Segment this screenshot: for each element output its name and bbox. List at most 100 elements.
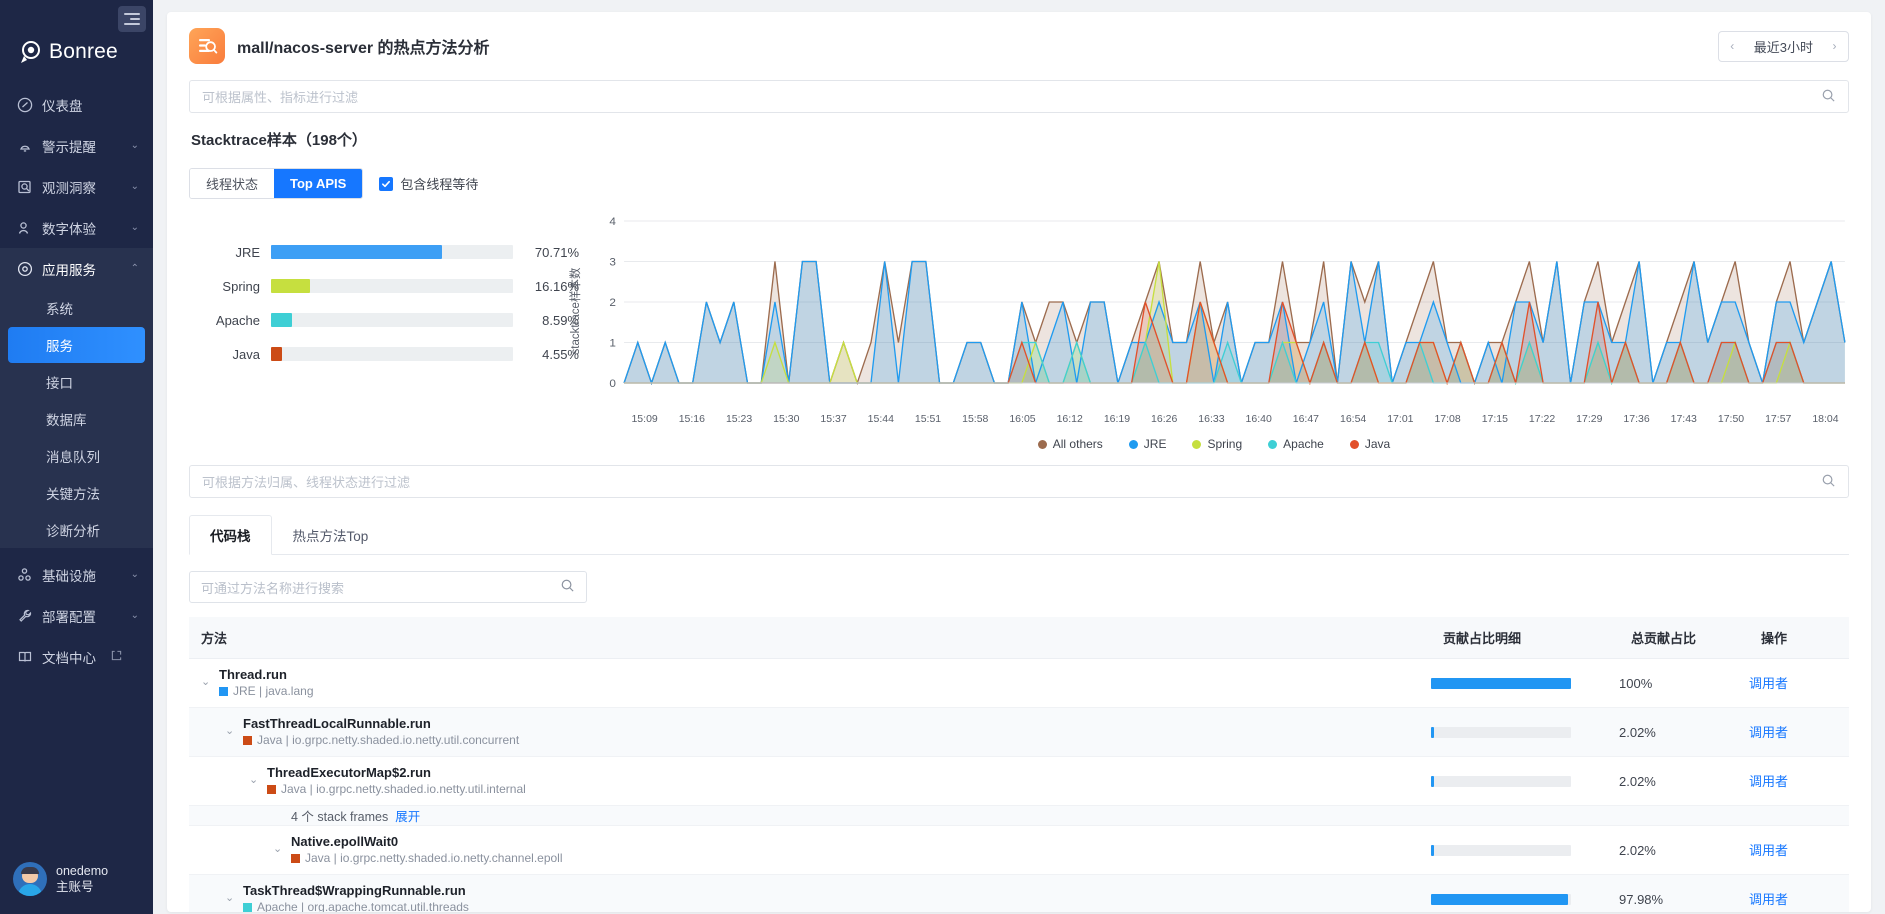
legend-item[interactable]: JRE	[1129, 437, 1167, 451]
chevron-down-icon: ⌄	[131, 610, 139, 621]
sidebar-subitem-key-method[interactable]: 关键方法	[8, 475, 145, 511]
search-icon[interactable]	[560, 578, 575, 596]
sidebar-item-infrastructure[interactable]: 基础设施 ⌄	[0, 554, 153, 595]
total-contribution-value: 2.02%	[1619, 826, 1749, 875]
sidebar-collapse-button[interactable]	[118, 6, 146, 32]
stack-frames-cell: 4 个 stack frames 展开	[189, 806, 1849, 826]
sidebar-subitem-service[interactable]: 服务	[8, 327, 145, 363]
next-range-icon[interactable]: ›	[1821, 39, 1848, 53]
top-apis-bar-chart: JRE70.71%Spring16.16%Apache8.59%Java4.55…	[189, 211, 579, 371]
attribute-filter-input[interactable]: 可根据属性、指标进行过滤	[189, 80, 1849, 113]
sidebar-item-app-service[interactable]: 应用服务 ⌃	[0, 248, 153, 289]
stack-frames-count: 4 个 stack frames	[291, 810, 388, 824]
user-heart-icon	[16, 219, 33, 236]
legend-item[interactable]: All others	[1038, 437, 1103, 451]
table-header: 方法 贡献占比明细 总贡献占比 操作	[189, 617, 1849, 659]
x-tick-label: 17:15	[1471, 413, 1518, 425]
external-link-icon	[111, 649, 122, 664]
user-name: onedemo	[56, 863, 108, 879]
table-row: 4 个 stack frames 展开	[189, 806, 1849, 826]
brand-name: Bonree	[49, 40, 118, 64]
legend-item[interactable]: Java	[1350, 437, 1390, 451]
contribution-bar-track	[1431, 776, 1571, 787]
legend-color-dot	[1192, 440, 1201, 449]
bar-category-label: Java	[199, 347, 271, 362]
wrench-icon	[16, 607, 33, 624]
time-range-picker[interactable]: ‹ 最近3小时 ›	[1718, 31, 1849, 62]
bar-row: JRE70.71%	[199, 235, 579, 269]
caller-link[interactable]: 调用者	[1749, 843, 1788, 858]
sidebar-subitem-system[interactable]: 系统	[8, 290, 145, 326]
chevron-down-icon: ⌄	[131, 222, 139, 233]
segment-thread-state[interactable]: 线程状态	[190, 169, 274, 198]
total-contribution-value: 2.02%	[1619, 757, 1749, 806]
sidebar-item-dashboard[interactable]: 仪表盘	[0, 84, 153, 125]
method-name: Thread.run	[219, 666, 314, 683]
search-icon[interactable]	[1821, 473, 1836, 491]
sidebar-subitem-label: 系统	[46, 298, 73, 318]
row-expand-chevron-icon[interactable]: ⌄	[273, 833, 291, 855]
y-axis-label: stacktrace样本数	[567, 268, 583, 355]
caller-link[interactable]: 调用者	[1749, 892, 1788, 907]
row-expand-chevron-icon[interactable]: ⌄	[225, 715, 243, 737]
x-tick-label: 18:04	[1802, 413, 1849, 425]
column-total-contribution: 总贡献占比	[1619, 617, 1749, 659]
framework-color-swatch	[243, 736, 252, 745]
sidebar-subitem-interface[interactable]: 接口	[8, 364, 145, 400]
user-profile[interactable]: onedemo 主账号	[0, 862, 153, 896]
sidebar-item-docs[interactable]: 文档中心	[0, 636, 153, 677]
caller-link[interactable]: 调用者	[1749, 774, 1788, 789]
legend-label: Apache	[1283, 437, 1324, 451]
sidebar-item-digital-experience[interactable]: 数字体验 ⌄	[0, 207, 153, 248]
row-expand-chevron-icon[interactable]: ⌄	[249, 764, 267, 786]
expand-frames-link[interactable]: 展开	[395, 810, 420, 824]
line-chart-plot: stacktrace样本数 01234	[579, 211, 1849, 411]
sidebar-subitem-message-queue[interactable]: 消息队列	[8, 438, 145, 474]
caller-link[interactable]: 调用者	[1749, 725, 1788, 740]
framework-label: Apache | org.apache.tomcat.util.threads	[257, 899, 469, 912]
row-expand-chevron-icon[interactable]: ⌄	[225, 882, 243, 904]
legend-item[interactable]: Spring	[1192, 437, 1242, 451]
hotspot-analysis-icon	[189, 28, 225, 64]
table-row: ⌄Thread.runJRE | java.lang100%调用者	[189, 659, 1849, 708]
tab-hotspot-top[interactable]: 热点方法Top	[272, 515, 390, 555]
bar-fill	[271, 245, 442, 259]
sidebar-item-observability[interactable]: 观测洞察 ⌄	[0, 166, 153, 207]
prev-range-icon[interactable]: ‹	[1719, 39, 1746, 53]
bar-fill	[271, 279, 310, 293]
contribution-bar-fill	[1431, 845, 1434, 856]
app-service-icon	[16, 260, 33, 277]
tab-code-stack[interactable]: 代码栈	[189, 515, 272, 555]
legend-item[interactable]: Apache	[1268, 437, 1324, 451]
user-role: 主账号	[56, 879, 108, 895]
legend-color-dot	[1268, 440, 1277, 449]
x-tick-label: 17:08	[1424, 413, 1471, 425]
method-cell: ⌄TaskThread$WrappingRunnable.runApache |…	[189, 875, 1431, 913]
method-search-input[interactable]: 可通过方法名称进行搜索	[189, 571, 587, 603]
row-expand-chevron-icon[interactable]: ⌄	[201, 666, 219, 688]
segment-top-apis[interactable]: Top APIS	[274, 169, 362, 198]
legend-label: All others	[1053, 437, 1103, 451]
column-contribution-detail: 贡献占比明细	[1431, 617, 1619, 659]
caller-link[interactable]: 调用者	[1749, 676, 1788, 691]
sidebar-subitem-diagnostics[interactable]: 诊断分析	[8, 512, 145, 548]
sidebar-item-alerts[interactable]: 警示提醒 ⌄	[0, 125, 153, 166]
contribution-bar-fill	[1431, 678, 1571, 689]
contribution-bar-track	[1431, 727, 1571, 738]
legend-label: Spring	[1207, 437, 1242, 451]
search-icon[interactable]	[1821, 88, 1836, 106]
bar-row: Spring16.16%	[199, 269, 579, 303]
svg-text:3: 3	[609, 256, 616, 269]
x-tick-label: 16:40	[1235, 413, 1282, 425]
method-cell: ⌄Thread.runJRE | java.lang	[189, 659, 1431, 708]
include-thread-wait-checkbox[interactable]: 包含线程等待	[379, 174, 478, 193]
contribution-bar-track	[1431, 678, 1571, 689]
total-contribution-value: 2.02%	[1619, 708, 1749, 757]
method-source: Apache | org.apache.tomcat.util.threads	[243, 899, 469, 912]
page-title: mall/nacos-server 的热点方法分析	[237, 34, 490, 58]
sidebar-item-deploy-config[interactable]: 部署配置 ⌄	[0, 595, 153, 636]
method-filter-input[interactable]: 可根据方法归属、线程状态进行过滤	[189, 465, 1849, 498]
sidebar-subitem-database[interactable]: 数据库	[8, 401, 145, 437]
method-name: FastThreadLocalRunnable.run	[243, 715, 519, 732]
svg-text:4: 4	[609, 215, 616, 228]
